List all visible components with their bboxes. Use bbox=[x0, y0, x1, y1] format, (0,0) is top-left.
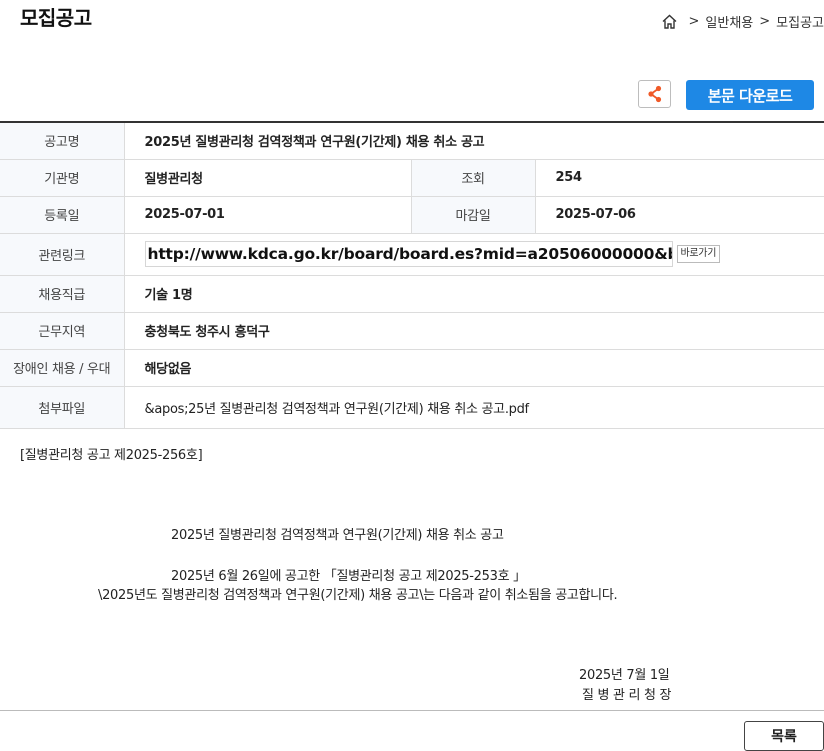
row-title: 공고명 2025년 질병관리청 검역정책과 연구원(기간제) 채용 취소 공고 bbox=[0, 122, 824, 160]
share-icon bbox=[647, 85, 661, 103]
attachment-link[interactable]: &apos;25년 질병관리청 검역정책과 연구원(기간제) 채용 취소 공고.… bbox=[124, 386, 824, 429]
reg-date-label: 등록일 bbox=[0, 196, 125, 234]
org-value: 질병관리청 bbox=[124, 159, 412, 197]
download-body-button[interactable]: 본문 다운로드 bbox=[686, 80, 814, 110]
breadcrumb-item-general-hiring[interactable]: 일반채용 bbox=[705, 12, 753, 31]
list-button[interactable]: 목록 bbox=[744, 721, 824, 751]
body-line-2: \2025년도 질병관리청 검역정책과 연구원(기간제) 채용 공고\는 다음과… bbox=[98, 588, 618, 603]
row-attachment: 첨부파일 &apos;25년 질병관리청 검역정책과 연구원(기간제) 채용 취… bbox=[0, 386, 824, 429]
row-disabled: 장애인 채용 / 우대 해당없음 bbox=[0, 349, 824, 387]
row-link: 관련링크 http://www.kdca.go.kr/board/board.e… bbox=[0, 233, 824, 276]
link-label: 관련링크 bbox=[0, 233, 125, 276]
region-label: 근무지역 bbox=[0, 312, 125, 350]
title-label: 공고명 bbox=[0, 122, 125, 160]
page-title: 모집공고 bbox=[20, 6, 92, 30]
disabled-hiring-value: 해당없음 bbox=[124, 349, 824, 387]
rank-value: 기술 1명 bbox=[124, 275, 824, 313]
row-rank: 채용직급 기술 1명 bbox=[0, 275, 824, 313]
views-value: 254 bbox=[535, 159, 824, 197]
reg-date-value: 2025-07-01 bbox=[124, 196, 412, 234]
related-link-field[interactable]: http://www.kdca.go.kr/board/board.es?mid… bbox=[144, 241, 673, 267]
body-signer: 질 병 관 리 청 장 bbox=[582, 688, 672, 703]
breadcrumb: > 일반채용 > 모집공고 bbox=[661, 12, 824, 31]
go-link-button[interactable]: 바로가기 bbox=[676, 245, 721, 263]
deadline-label: 마감일 bbox=[411, 196, 536, 234]
link-cell: http://www.kdca.go.kr/board/board.es?mid… bbox=[124, 233, 824, 276]
disabled-hiring-label: 장애인 채용 / 우대 bbox=[0, 349, 125, 387]
notice-number: [질병관리청 공고 제2025-256호] bbox=[20, 448, 203, 463]
row-org: 기관명 질병관리청 조회 254 bbox=[0, 159, 824, 197]
body-heading: 2025년 질병관리청 검역정책과 연구원(기간제) 채용 취소 공고 bbox=[171, 528, 504, 543]
views-label: 조회 bbox=[411, 159, 536, 197]
share-button[interactable] bbox=[638, 80, 671, 108]
notice-info-table: 공고명 2025년 질병관리청 검역정책과 연구원(기간제) 채용 취소 공고 … bbox=[0, 121, 824, 429]
row-dates: 등록일 2025-07-01 마감일 2025-07-06 bbox=[0, 196, 824, 234]
deadline-value: 2025-07-06 bbox=[535, 196, 824, 234]
title-value: 2025년 질병관리청 검역정책과 연구원(기간제) 채용 취소 공고 bbox=[124, 122, 824, 160]
body-date: 2025년 7월 1일 bbox=[579, 668, 670, 683]
row-region: 근무지역 충청북도 청주시 흥덕구 bbox=[0, 312, 824, 350]
region-value: 충청북도 청주시 흥덕구 bbox=[124, 312, 824, 350]
rank-label: 채용직급 bbox=[0, 275, 125, 313]
attachment-label: 첨부파일 bbox=[0, 386, 125, 429]
home-icon[interactable] bbox=[661, 13, 678, 30]
body-line-1: 2025년 6월 26일에 공고한 「질병관리청 공고 제2025-253호 」 bbox=[171, 569, 526, 584]
org-label: 기관명 bbox=[0, 159, 125, 197]
breadcrumb-separator: > bbox=[759, 14, 771, 29]
footer-divider bbox=[0, 710, 824, 711]
breadcrumb-separator: > bbox=[688, 14, 700, 29]
breadcrumb-item-recruitment[interactable]: 모집공고 bbox=[776, 12, 824, 31]
